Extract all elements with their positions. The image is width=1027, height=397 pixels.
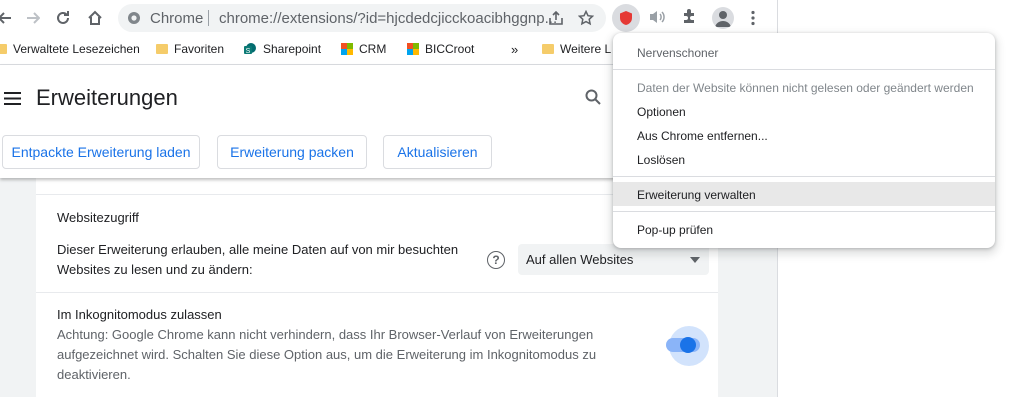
incognito-warning-line2: aufgezeichnet wird. Schalten Sie diese O… [57, 347, 597, 362]
back-arrow-icon [0, 12, 11, 24]
hamburger-menu-icon[interactable] [4, 92, 21, 105]
help-icon[interactable]: ? [487, 251, 505, 269]
speaker-extension-button[interactable] [648, 8, 666, 31]
bookmark-label: Sharepoint [263, 42, 322, 56]
bookmark-label: CRM [359, 42, 387, 56]
toggle-knob[interactable] [680, 337, 696, 353]
menu-item-options[interactable]: Optionen [637, 105, 686, 119]
site-access-description-line2: Websites zu lesen und zu ändern: [57, 262, 253, 277]
menu-item-manage[interactable]: Erweiterung verwalten [637, 188, 756, 202]
menu-separator [613, 211, 995, 212]
site-label: Chrome [150, 10, 204, 27]
dropdown-arrow-icon [690, 257, 700, 263]
menu-info-text: Daten der Website können nicht gelesen o… [637, 81, 974, 95]
extension-button-active[interactable] [612, 4, 640, 32]
svg-text:S: S [246, 48, 251, 55]
address-bar[interactable]: Chrome chrome://extensions/?id=hjcdedcji… [118, 4, 606, 32]
update-button[interactable]: Aktualisieren [383, 135, 492, 169]
browser-toolbar: Chrome chrome://extensions/?id=hjcdedcji… [0, 0, 777, 36]
bookmark-label: BICCroot [425, 42, 475, 56]
folder-icon [542, 44, 554, 54]
select-value: Auf allen Websites [526, 252, 634, 267]
bookmark-item[interactable]: Favoriten [156, 42, 224, 56]
windows-logo-icon [341, 43, 353, 55]
bookmark-item[interactable]: Verwaltete Lesezeichen [0, 42, 140, 56]
pack-extension-button[interactable]: Erweiterung packen [217, 135, 367, 169]
menu-separator [613, 69, 995, 70]
home-button[interactable] [82, 5, 108, 31]
reload-icon [57, 11, 69, 24]
incognito-title: Im Inkognitomodus zulassen [57, 307, 222, 322]
bookmark-item[interactable]: CRM [341, 42, 386, 56]
bookmarks-overflow-button[interactable]: » [511, 42, 518, 57]
back-button[interactable] [0, 5, 18, 31]
bookmark-item[interactable]: S Sharepoint [243, 42, 321, 56]
three-dots-vertical-icon [751, 10, 755, 26]
site-access-select[interactable]: Auf allen Websites [518, 244, 709, 275]
extensions-menu-button[interactable] [681, 8, 699, 31]
bookmark-star-icon[interactable] [578, 10, 594, 26]
forward-button[interactable] [20, 5, 46, 31]
puzzle-icon [684, 9, 694, 23]
home-icon [88, 10, 102, 25]
search-icon[interactable] [585, 89, 601, 105]
menu-extension-name: Nervenschoner [637, 46, 719, 60]
person-icon [715, 11, 731, 27]
sharepoint-icon: S [244, 43, 256, 55]
bookmark-item[interactable]: Weitere L [542, 42, 611, 56]
reload-button[interactable] [50, 5, 76, 31]
folder-icon [156, 44, 168, 54]
incognito-warning-line3: deaktivieren. [57, 367, 131, 382]
folder-icon [0, 44, 7, 54]
bookmark-label: Verwaltete Lesezeichen [13, 42, 140, 56]
site-access-title: Websitezugriff [57, 210, 139, 225]
incognito-warning-line1: Achtung: Google Chrome kann nicht verhin… [57, 327, 594, 342]
shield-icon [620, 11, 632, 25]
menu-item-unpin[interactable]: Loslösen [637, 153, 685, 167]
menu-item-remove[interactable]: Aus Chrome entfernen... [637, 129, 768, 143]
profile-avatar[interactable] [712, 7, 734, 29]
chrome-icon [128, 12, 140, 24]
omnibox-divider [208, 10, 209, 26]
extension-context-menu: Nervenschoner Daten der Website können n… [613, 33, 995, 248]
url-text[interactable]: chrome://extensions/?id=hjcdedcjicckoaci… [219, 10, 557, 27]
load-unpacked-button[interactable]: Entpackte Erweiterung laden [2, 135, 200, 169]
bookmark-label: Favoriten [174, 42, 225, 56]
bookmark-item[interactable]: BICCroot [407, 42, 474, 56]
site-access-description-line1: Dieser Erweiterung erlauben, alle meine … [57, 242, 459, 257]
share-icon[interactable] [548, 11, 564, 25]
page-title: Erweiterungen [36, 85, 178, 110]
bookmark-label: Weitere L [560, 42, 612, 56]
forward-arrow-icon [27, 12, 40, 24]
speaker-icon [650, 11, 665, 23]
menu-item-inspect-popup[interactable]: Pop-up prüfen [637, 223, 713, 237]
menu-separator [613, 176, 995, 177]
chrome-menu-button[interactable] [750, 10, 756, 31]
divider [36, 292, 718, 293]
windows-logo-icon [407, 43, 419, 55]
